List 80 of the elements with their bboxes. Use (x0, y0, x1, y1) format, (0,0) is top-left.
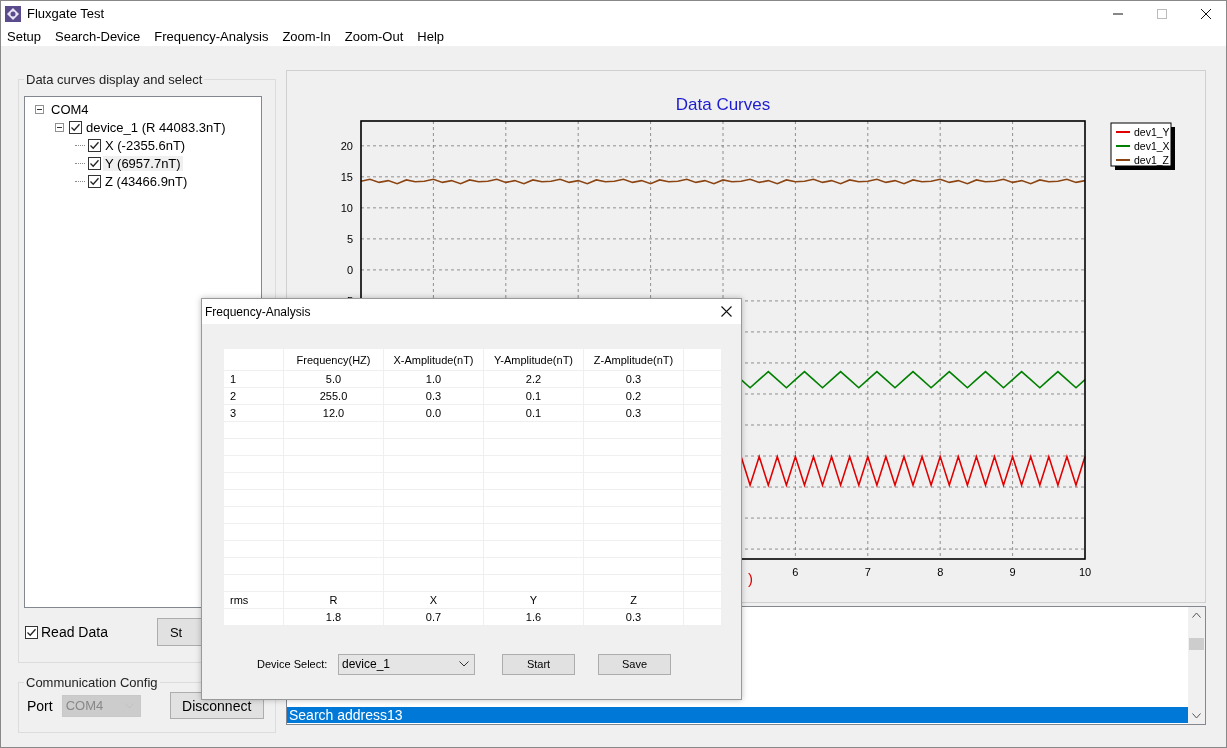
table-cell: 3 (224, 405, 284, 421)
table-cell: 0.3 (584, 371, 684, 387)
table-cell: 1.8 (284, 609, 384, 625)
group-title: Data curves display and select (25, 72, 204, 87)
tree-item[interactable]: device_1 (R 44083.3nT) (84, 119, 228, 135)
dialog-button[interactable]: Start (502, 653, 575, 675)
window-title: Fluxgate Test (27, 6, 105, 21)
checkbox[interactable] (88, 138, 101, 152)
checkbox-label[interactable]: Read Data (41, 624, 108, 640)
tree-item[interactable]: Z (43466.9nT) (103, 173, 190, 189)
scroll-down-icon[interactable] (1192, 713, 1201, 719)
x-tick-label: 8 (937, 566, 944, 578)
close-icon[interactable] (1200, 7, 1212, 20)
table-cell: 1.0 (384, 371, 484, 387)
table-cell: 0.2 (584, 388, 684, 404)
x-tick-label: 7 (864, 566, 871, 578)
device-select-label: Device Select: (257, 658, 329, 670)
column-header: Y-Amplitude(nT) (484, 349, 584, 370)
scroll-up-icon[interactable] (1192, 612, 1201, 618)
table-cell: 2 (224, 388, 284, 404)
checkbox[interactable] (88, 156, 101, 170)
column-header: Frequency(HZ) (284, 349, 384, 370)
menu-item[interactable]: Search-Device (55, 28, 141, 44)
y-tick-label: 20 (340, 139, 353, 152)
table-cell: 0.3 (584, 405, 684, 421)
x-tick-label: 10 (1078, 566, 1092, 578)
close-icon[interactable] (721, 306, 732, 317)
table-cell: 255.0 (284, 388, 384, 404)
table-cell: 5.0 (284, 371, 384, 387)
collapse-icon[interactable] (35, 104, 44, 114)
y-tick-label: 15 (340, 170, 353, 183)
table-cell: 0.7 (384, 609, 484, 625)
dialog-button[interactable]: Save (598, 653, 671, 675)
x-tick-label: 6 (792, 566, 799, 578)
table-cell: 12.0 (284, 405, 384, 421)
scroll-thumb[interactable] (1189, 638, 1204, 650)
legend-label: dev1_Y (1134, 126, 1170, 138)
tree-item[interactable]: Y (6957.7nT) (103, 155, 183, 171)
legend-label: dev1_X (1134, 140, 1170, 152)
menu-item[interactable]: Frequency-Analysis (154, 28, 269, 44)
table-cell: 0.1 (484, 388, 584, 404)
chart-title: Data Curves (675, 95, 771, 114)
table-cell: 0.0 (384, 405, 484, 421)
checkbox[interactable] (25, 625, 38, 639)
table-cell: X (384, 592, 484, 608)
table-cell: 0.1 (484, 405, 584, 421)
tree-item[interactable]: X (-2355.6nT) (103, 137, 188, 153)
group-title: Communication Config (25, 675, 159, 690)
table-cell: 2.2 (484, 371, 584, 387)
column-header: X-Amplitude(nT) (384, 349, 484, 370)
chart-legend (1110, 122, 1175, 170)
legend-label: dev1_Z (1134, 154, 1170, 166)
checkbox[interactable] (88, 174, 101, 188)
table-cell: 0.3 (584, 609, 684, 625)
checkbox[interactable] (69, 120, 82, 134)
table-cell: 1 (224, 371, 284, 387)
table-cell: rms (224, 592, 284, 608)
table-cell: Z (584, 592, 684, 608)
log-item[interactable]: Search address13 (287, 707, 1188, 723)
menu-item[interactable]: Setup (7, 28, 41, 44)
x-axis-label: ) (748, 570, 753, 587)
port-label: Port (27, 697, 53, 714)
app-icon (5, 5, 21, 22)
table-cell: 1.6 (484, 609, 584, 625)
dialog-title: Frequency-Analysis (205, 304, 311, 319)
collapse-icon[interactable] (55, 122, 64, 132)
column-header: Z-Amplitude(nT) (584, 349, 684, 370)
menu-item[interactable]: Help (417, 28, 445, 44)
y-tick-label: 10 (340, 201, 353, 214)
table-cell: 0.3 (384, 388, 484, 404)
tree-item[interactable]: COM4 (49, 101, 91, 117)
y-tick-label: 0 (346, 263, 353, 276)
table-cell: R (284, 592, 384, 608)
y-tick-label: 5 (346, 232, 353, 245)
scroll-bar[interactable] (1188, 607, 1205, 724)
table-cell: Y (484, 592, 584, 608)
menu-item[interactable]: Zoom-In (282, 28, 331, 44)
x-tick-label: 9 (1009, 566, 1016, 578)
menu-item[interactable]: Zoom-Out (344, 28, 404, 44)
device-dropdown[interactable]: device_1 (338, 653, 475, 675)
